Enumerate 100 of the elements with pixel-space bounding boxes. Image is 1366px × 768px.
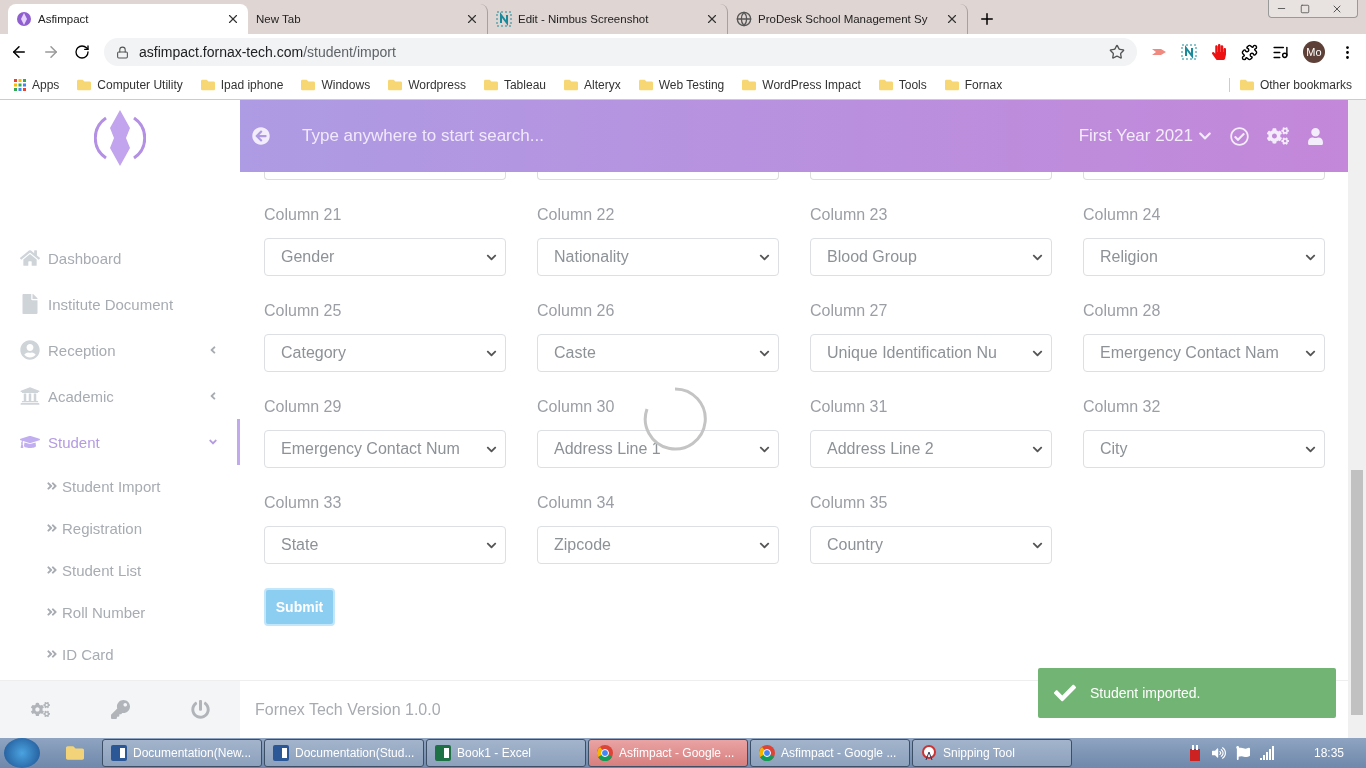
field-label: Column 22 [537,206,616,225]
sidebar-subitem[interactable]: ID Card [0,633,240,675]
reload-icon[interactable] [74,44,90,60]
bookmark[interactable]: Alteryx [564,77,621,92]
toast-message: Student imported. [1090,685,1201,701]
lock-icon [116,45,129,59]
double-chevron-icon [46,606,58,618]
power-icon[interactable] [190,700,210,719]
sidebar-subitem[interactable]: Roll Number [0,591,240,633]
field-label: Column 25 [264,302,343,321]
select-field[interactable]: Caste [537,334,779,372]
taskbar-button[interactable]: Documentation(New... [102,739,262,767]
volume-icon[interactable] [1211,746,1226,760]
select-field[interactable]: Blood Group [810,238,1052,276]
select-field[interactable]: State [264,526,506,564]
select-field[interactable]: Category [264,334,506,372]
taskbar-button[interactable]: Documentation(Stud... [264,739,424,767]
forward-icon[interactable] [42,43,60,61]
browser-tab[interactable]: Asfimpact [8,4,248,34]
bookmark[interactable]: WordPress Impact [742,77,861,92]
start-button[interactable] [4,738,40,768]
field-label: Column 34 [537,494,616,513]
puzzle-icon[interactable] [1241,43,1258,61]
url-text: asfimpact.fornax-tech.com/student/import [139,44,397,60]
settings-icon[interactable] [30,700,50,719]
field-label: Column 23 [810,206,889,225]
scissors-icon [921,745,937,761]
browser-tab[interactable]: ProDesk School Management Sy [728,4,968,34]
restore-icon[interactable] [1300,3,1310,14]
home-icon [20,248,40,268]
select-field[interactable]: Address Line 2 [810,430,1052,468]
user-icon[interactable] [1307,127,1324,145]
folder-icon [944,77,959,92]
field-label: Column 21 [264,206,343,225]
address-bar[interactable]: asfimpact.fornax-tech.com/student/import [104,38,1137,66]
sidebar-subitem[interactable]: Student List [0,549,240,591]
close-icon[interactable] [465,12,479,26]
select-field[interactable]: Zipcode [537,526,779,564]
file-icon [20,294,40,314]
scrollbar[interactable] [1348,100,1366,738]
close-icon[interactable] [705,12,719,26]
session-dropdown[interactable]: First Year 2021 [1078,126,1212,146]
double-chevron-icon [46,480,58,492]
select-field[interactable]: Unique Identification Nu [810,334,1052,372]
bookmark[interactable]: Windows [301,77,371,92]
double-chevron-icon [46,522,58,534]
select-field[interactable]: Country [810,526,1052,564]
sidebar-item[interactable]: Academic [0,373,240,419]
sidebar-item[interactable]: Reception [0,327,240,373]
key-icon[interactable] [110,700,130,719]
select-field[interactable]: Nationality [537,238,779,276]
close-icon[interactable] [945,12,959,26]
sidebar-item[interactable]: Dashboard [0,235,240,281]
select-field[interactable]: Emergency Contact Nam [1083,334,1325,372]
search-field[interactable]: Type anywhere to start search... [288,126,1061,146]
back-icon[interactable] [10,43,28,61]
browser-tab[interactable]: New Tab [248,4,488,34]
field-label: Column 28 [1083,302,1162,321]
select-field[interactable]: Religion [1083,238,1325,276]
close-icon[interactable] [226,12,240,26]
folder-icon [483,77,498,92]
bookmark-star-icon[interactable] [1109,44,1125,60]
bookmark[interactable]: Web Testing [638,77,725,92]
new-tab-icon[interactable] [978,10,996,28]
submit-button[interactable]: Submit [264,588,335,626]
signal-icon[interactable] [1259,746,1276,760]
browser-tab[interactable]: Edit - Nimbus Screenshot [488,4,728,34]
bookmark[interactable]: Ipad iphone [200,77,284,92]
field-label: Column 35 [810,494,889,513]
taskbar-button[interactable]: Asfimpact - Google ... [588,739,748,767]
sidebar-subitem[interactable]: Registration [0,507,240,549]
bookmark[interactable]: Tools [878,77,927,92]
taskbar-button[interactable]: Asfimpact - Google ... [750,739,910,767]
taskbar-button[interactable]: Book1 - Excel [426,739,586,767]
bookmark[interactable]: Computer Utility [77,77,183,92]
folder-icon [77,77,92,92]
folder-icon [1239,77,1254,92]
field-label: Column 32 [1083,398,1162,417]
select-field[interactable]: Emergency Contact Num [264,430,506,468]
bookmark[interactable]: Apps [14,77,60,92]
select-field[interactable]: Gender [264,238,506,276]
folder-icon [200,77,215,92]
stop-hand-icon[interactable] [1211,44,1227,60]
sidebar-item[interactable]: Institute Document [0,281,240,327]
flag-icon[interactable] [1235,746,1250,760]
bookmark[interactable]: Other bookmarks [1228,77,1352,92]
bookmark[interactable]: Fornax [944,77,1003,92]
bookmark[interactable]: Wordpress [388,77,466,92]
folder-icon [301,77,316,92]
select-field[interactable]: City [1083,430,1325,468]
sidebar-item[interactable]: Student [0,419,240,465]
folder-icon [878,77,893,92]
taskbar-button[interactable]: Snipping Tool [912,739,1072,767]
folder-icon[interactable] [66,744,84,762]
profile-avatar[interactable]: Mo [1303,41,1325,63]
bookmark[interactable]: Tableau [483,77,546,92]
user-icon [20,340,40,360]
sidebar-subitem[interactable]: Student Import [0,465,240,507]
settings-icon[interactable] [1267,125,1289,147]
power-plug-icon[interactable] [1187,745,1202,761]
